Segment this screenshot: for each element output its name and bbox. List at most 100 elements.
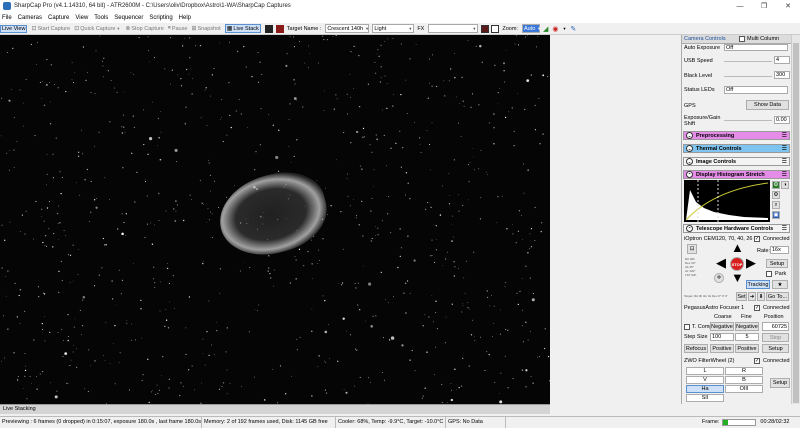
reset-stretch-icon[interactable]: ◑ [781,181,789,189]
reticle-icon[interactable] [481,24,490,33]
chevron-down-icon[interactable]: ▼ [562,26,566,31]
frame-type-select[interactable]: Light ▼ [372,24,415,33]
pause-button[interactable]: ⏸ Pause [168,25,188,32]
filter-b-button[interactable]: B [725,376,763,384]
stop-capture-button[interactable]: ⊗ Stop Capture [125,25,163,33]
live-stacking-tab[interactable]: Live Stacking [0,404,550,414]
park-checkbox[interactable] [766,271,772,277]
menu-tools[interactable]: Tools [94,15,108,21]
star [73,82,75,84]
histogram-icon[interactable] [264,24,273,33]
coarse-negative-button[interactable]: Negative [710,322,734,331]
close-button[interactable]: ✕ [776,0,800,12]
black-level-input[interactable]: 300 [774,71,790,79]
arrow-right-icon[interactable]: ➜ [748,292,756,301]
image-controls-header[interactable]: ⌄ Image Controls ☰ [683,157,790,166]
histogram-stretch-header[interactable]: ⌃ Display Histogram Stretch ☰ [683,170,790,179]
usb-speed-slider[interactable] [724,61,772,62]
target-name-select[interactable]: Crescent 140h ▼ [325,24,370,33]
south-arrow-icon[interactable]: ▼ [731,271,744,284]
filterwheel-connected-checkbox[interactable]: ✓ [754,358,760,364]
telescope-controls-header[interactable]: ⌃ Telescope Hardware Controls ☰ [683,224,790,233]
panel-scrollbar[interactable] [791,35,800,404]
show-data-button[interactable]: Show Data [746,100,789,110]
rate-select[interactable]: 16x [770,246,789,254]
preprocessing-header[interactable]: ⌄ Preprocessing ☰ [683,131,790,140]
filter-ha-button[interactable]: Ha [686,385,724,393]
menu-help[interactable]: Help [179,15,191,21]
menu-scripting[interactable]: Scripting [149,15,172,21]
auto-stretch-icon[interactable]: ⚙ [772,181,780,189]
focuser-setup-button[interactable]: Setup [762,344,789,353]
grid-icon[interactable] [491,24,500,33]
star [362,136,364,138]
arrow-down-icon[interactable]: ⬇ [757,292,765,301]
exposure-gain-slider[interactable] [724,120,772,121]
snapshot-button[interactable]: ⊞ Snapshot [191,25,220,33]
east-arrow-icon[interactable]: ▶ [746,256,756,269]
focus-icon[interactable]: ◉ [552,25,558,33]
start-capture-button[interactable]: ⊡ Start Capture [31,25,70,33]
favorites-icon[interactable]: ★ [772,280,788,289]
mount-connected-checkbox[interactable]: ✓ [754,236,760,242]
status-leds-select[interactable]: Off [724,86,788,94]
north-arrow-icon[interactable]: ▲ [731,241,744,254]
set-button[interactable]: Set [736,292,747,301]
color-icon[interactable] [275,24,284,33]
stretch-icon[interactable]: ◢ [543,25,548,33]
pin-icon[interactable]: ✎ [570,25,576,33]
menu-view[interactable]: View [75,15,88,21]
fine-negative-button[interactable]: Negative [735,322,759,331]
filter-oiii-button[interactable]: OIII [725,385,763,393]
star [393,296,394,297]
filter-v-button[interactable]: V [686,376,724,384]
black-level-slider[interactable] [724,76,772,77]
stop-mount-button[interactable]: STOP [730,257,744,271]
zoom-icon[interactable]: ⌕ [772,201,780,209]
auto-exposure-select[interactable]: Off [724,44,788,51]
focuser-connected-checkbox[interactable]: ✓ [754,305,760,311]
goto-center-icon[interactable]: ✛ [714,273,724,283]
live-stack-button[interactable]: ▦ Live Stack [224,24,261,33]
maximize-button[interactable]: ❐ [752,0,776,12]
tracking-button[interactable]: Tracking [746,280,770,289]
usb-speed-input[interactable]: 4 [774,56,790,64]
settings-icon[interactable]: ⚙ [772,191,780,199]
menu-file[interactable]: File [2,15,12,21]
filter-sii-button[interactable]: SII [686,394,724,402]
fx-select[interactable]: ▼ [428,24,479,33]
menu-capture[interactable]: Capture [48,15,69,21]
fine-step-input[interactable]: 5 [735,333,759,341]
west-arrow-icon[interactable]: ◀ [716,256,726,269]
fine-positive-button[interactable]: Positive [735,344,759,353]
menu-cameras[interactable]: Cameras [18,15,42,21]
refocus-button[interactable]: Refocus [684,344,708,353]
coarse-positive-button[interactable]: Positive [710,344,734,353]
quick-capture-button[interactable]: ⊡ Quick Capture ▼ [74,25,121,33]
filterwheel-setup-button[interactable]: Setup [770,378,790,388]
star [162,356,164,358]
menu-sequencer[interactable]: Sequencer [114,15,143,21]
mount-options-icon[interactable]: ⊡ [687,244,697,254]
save-icon[interactable]: ▣ [772,211,780,219]
star [171,69,174,71]
histogram-graph[interactable] [684,180,770,222]
focuser-stop-button[interactable]: Stop [762,333,789,342]
minimize-button[interactable]: — [728,0,752,12]
t-comp-checkbox[interactable] [684,324,690,330]
position-input[interactable]: 60725 [762,322,789,331]
filter-l-button[interactable]: L [686,367,724,375]
live-view-button[interactable]: Live View [0,24,28,33]
multi-column-checkbox[interactable] [739,36,745,42]
star [133,262,134,264]
camera-preview[interactable] [0,35,550,404]
filter-r-button[interactable]: R [725,367,763,375]
goto-button[interactable]: Go To... [766,292,789,301]
coarse-step-input[interactable]: 100 [710,333,734,341]
exposure-gain-input[interactable]: 0.00 [774,116,790,124]
scrollbar-thumb[interactable] [793,43,799,403]
star [189,57,191,59]
mount-setup-button[interactable]: Setup [766,259,788,268]
zoom-select[interactable]: Auto ▼ [521,24,541,33]
thermal-controls-header[interactable]: ⌄ Thermal Controls ☰ [683,144,790,153]
